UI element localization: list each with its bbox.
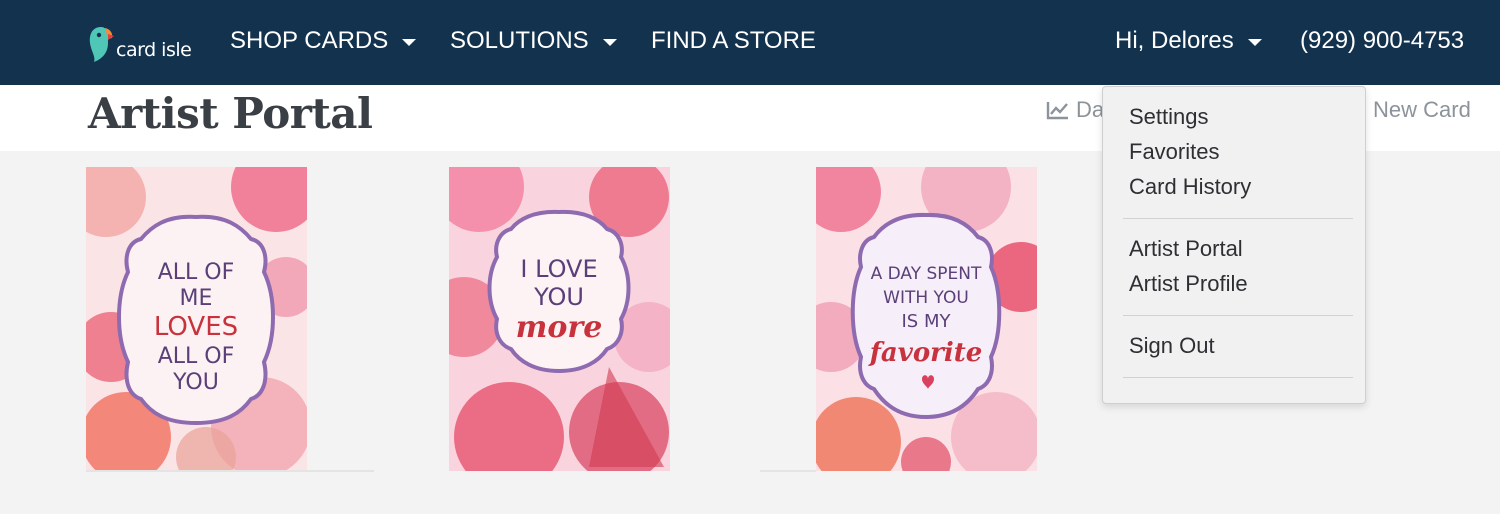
- menu-item-artist-profile[interactable]: Artist Profile: [1129, 270, 1248, 298]
- menu-divider: [1123, 315, 1353, 316]
- card-text-line: WITH YOU: [883, 288, 969, 308]
- card-shelf-line: [760, 470, 816, 472]
- chevron-down-icon: [1247, 38, 1262, 46]
- parrot-logo-icon: [89, 27, 114, 62]
- card-text-line: I LOVE: [520, 255, 597, 283]
- card-text-line: ALL OF: [158, 260, 235, 285]
- card-text-line: ALL OF: [158, 344, 235, 369]
- chevron-down-icon: [602, 38, 617, 46]
- card-thumbnail[interactable]: I LOVE YOU more: [449, 167, 670, 471]
- nav-find-a-store[interactable]: FIND A STORE: [651, 26, 816, 56]
- top-navbar: card isle SHOP CARDS SOLUTIONS FIND A ST…: [0, 0, 1500, 85]
- card-thumbnail[interactable]: ALL OF ME LOVES ALL OF YOU: [86, 167, 307, 471]
- user-menu-toggle[interactable]: Hi, Delores: [1115, 26, 1262, 56]
- chevron-down-icon: [402, 38, 417, 46]
- card-text-line: more: [516, 310, 603, 345]
- floral-card-art: I LOVE YOU more: [449, 167, 670, 471]
- menu-item-favorites[interactable]: Favorites: [1129, 138, 1219, 166]
- nav-solutions-label: SOLUTIONS: [450, 27, 589, 54]
- menu-item-card-history[interactable]: Card History: [1129, 173, 1251, 201]
- new-card-link[interactable]: New Card: [1362, 97, 1471, 123]
- user-dropdown-menu: Settings Favorites Card History Artist P…: [1102, 86, 1366, 404]
- nav-solutions[interactable]: SOLUTIONS: [450, 26, 617, 56]
- dashboard-label: Da: [1076, 97, 1105, 122]
- menu-item-artist-portal[interactable]: Artist Portal: [1129, 235, 1243, 263]
- line-chart-icon: [1046, 102, 1068, 120]
- menu-divider: [1123, 377, 1353, 378]
- card-text-line: favorite: [868, 338, 983, 368]
- card-text-line: YOU: [172, 370, 219, 395]
- menu-item-sign-out[interactable]: Sign Out: [1129, 332, 1215, 360]
- card-text-line: YOU: [533, 283, 584, 311]
- new-card-label: New Card: [1373, 97, 1471, 122]
- logo-wordmark: card isle: [116, 39, 192, 61]
- nav-find-a-store-label: FIND A STORE: [651, 27, 816, 54]
- card-text-line: ME: [180, 286, 213, 311]
- menu-divider: [1123, 218, 1353, 219]
- dashboard-link[interactable]: Da: [1046, 97, 1104, 123]
- card-text-line: A DAY SPENT: [871, 264, 982, 284]
- nav-shop-cards[interactable]: SHOP CARDS: [230, 26, 417, 56]
- card-text-line: IS MY: [902, 311, 952, 332]
- card-text-line: LOVES: [154, 312, 238, 342]
- card-thumbnail[interactable]: A DAY SPENT WITH YOU IS MY favorite: [816, 167, 1037, 471]
- user-greeting: Hi, Delores: [1115, 27, 1234, 54]
- page-title: Artist Portal: [88, 89, 373, 138]
- floral-card-art: A DAY SPENT WITH YOU IS MY favorite: [816, 167, 1037, 471]
- menu-item-settings[interactable]: Settings: [1129, 103, 1209, 131]
- card-isle-logo[interactable]: card isle: [88, 22, 198, 66]
- phone-number-link[interactable]: (929) 900-4753: [1300, 26, 1464, 56]
- nav-shop-cards-label: SHOP CARDS: [230, 27, 389, 54]
- card-shelf-line: [86, 470, 374, 472]
- floral-card-art: ALL OF ME LOVES ALL OF YOU: [86, 167, 307, 471]
